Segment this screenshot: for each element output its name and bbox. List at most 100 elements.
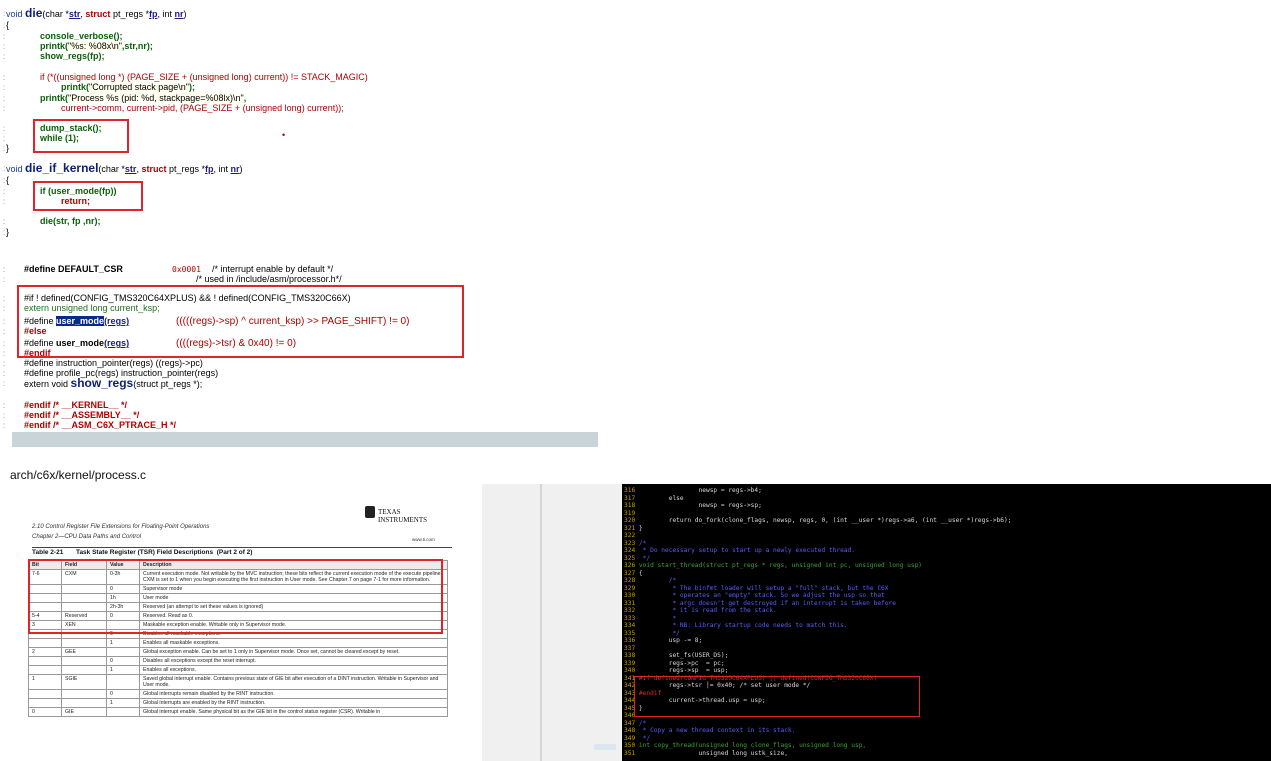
gutter-mark: : <box>3 421 6 430</box>
table-cell <box>106 674 140 690</box>
table-cell <box>28 665 62 675</box>
table-cell <box>61 689 107 699</box>
table-cell <box>106 647 140 657</box>
table-cell: GEE <box>61 647 107 657</box>
gutter-mark: : <box>3 9 6 18</box>
table-cell: Global interrupts remain disabled by the… <box>139 689 448 699</box>
line-text: unsigned long ustk_size, <box>638 749 788 757</box>
table-row: 1 Global interrupts are enabled by the RI… <box>28 698 448 708</box>
line-text: * Do necessary setup to start up a newly… <box>638 547 855 554</box>
gutter-mark: : <box>3 144 6 153</box>
section-heading: 2.10 Control Register File Extensions fo… <box>32 524 210 530</box>
gutter-mark: : <box>3 21 6 30</box>
code-line: #endif /* __ASM_C6X_PTRACE_H */ <box>24 420 177 430</box>
table-cell: 1 <box>28 674 62 690</box>
table-cell: Saved global interrupt enable. Contains … <box>139 674 448 690</box>
table-cell <box>106 707 140 717</box>
table-cell: 1 <box>106 698 140 708</box>
table-title: Table 2-21 Task State Register (TSR) Fie… <box>32 549 253 556</box>
highlight-box-cxm <box>28 559 443 634</box>
terminal-line: 351 unsigned long ustk_size, <box>624 749 788 759</box>
highlight-box-dump-stack <box>33 119 129 153</box>
code-line: die(str, fp ,nr); <box>40 216 101 226</box>
ti-logo-icon <box>365 506 375 518</box>
table-cell: SGIE <box>61 674 107 690</box>
table-cell: 1 <box>106 665 140 675</box>
code-line: show_regs(fp); <box>40 51 105 61</box>
gutter-mark: : <box>3 104 6 113</box>
table-cell: Global interrupt enable. Same physical b… <box>139 707 448 717</box>
file-path-caption: arch/c6x/kernel/process.c <box>10 468 147 482</box>
line-text: newsp = regs->sp; <box>638 502 762 509</box>
gutter-mark: : <box>3 228 6 237</box>
horizontal-scrollbar[interactable] <box>12 432 598 447</box>
table-cell: Enables all exceptions. <box>139 665 448 675</box>
highlight-box-user-mode-define <box>17 285 464 358</box>
table-cell: 2 <box>28 647 62 657</box>
gutter-mark: : <box>3 176 6 185</box>
code-comment: /* used in /include/asm/processor.h*/ <box>196 274 342 284</box>
table-cell: Enables all maskable exceptions. <box>139 638 448 648</box>
table-cell: Global exception enable. Can be set to 1… <box>139 647 448 657</box>
line-number: 351 <box>624 749 636 757</box>
table-cell <box>61 665 107 675</box>
table-cell: 0 <box>106 689 140 699</box>
table-cell <box>61 698 107 708</box>
table-row: 0 GIE Global interrupt enable. Same physic… <box>28 707 448 717</box>
scroll-thumb[interactable] <box>594 744 616 750</box>
terminal-line: 324 * Do necessary setup to start up a n… <box>624 546 855 556</box>
table-row: 0 Global interrupts remain disabled by th… <box>28 689 448 699</box>
table-row: 2 GEE Global exception enable. Can be set … <box>28 647 448 657</box>
highlight-box-if-user-mode <box>33 181 143 211</box>
terminal-editor: 316 newsp = regs->b4; 317 else 318 newsp =… <box>622 484 1271 761</box>
table-cell: GIE <box>61 707 107 717</box>
die-if-kernel-signature: void die_if_kernel(char *str, struct pt_… <box>6 161 243 175</box>
table-cell: 0 <box>28 707 62 717</box>
table-row: 1 Enables all maskable exceptions. <box>28 638 448 648</box>
code-line: extern void show_regs(struct pt_regs *); <box>24 376 203 390</box>
gutter-mark: : <box>3 197 6 206</box>
table-row: 1 SGIE Saved global interrupt enable. Cont… <box>28 674 448 690</box>
table-cell <box>28 638 62 648</box>
gutter-mark: : <box>3 217 6 226</box>
code-line: current->comm, current->pid, (PAGE_SIZE … <box>61 103 344 113</box>
gutter-mark: : <box>3 327 6 336</box>
table-cell: 0 <box>106 656 140 666</box>
line-text: void start_thread(struct pt_regs * regs,… <box>638 562 923 569</box>
table-row: 1 Enables all exceptions. <box>28 665 448 675</box>
line-text: return do_fork(clone_flags, newsp, regs,… <box>638 517 1012 524</box>
terminal-line: 318 newsp = regs->sp; <box>624 501 762 511</box>
table-cell: Disables all exceptions except the reset… <box>139 656 448 666</box>
doc-url: www.ti.com <box>412 537 435 542</box>
table-cell <box>61 656 107 666</box>
code-line: printk("Corrupted stack page\n"); <box>61 82 195 92</box>
viewer-gap <box>482 484 622 761</box>
table-cell <box>28 689 62 699</box>
gutter-mark: : <box>3 52 6 61</box>
line-text: } <box>638 524 643 532</box>
line-text: * Copy a new thread context in its stack… <box>638 727 796 734</box>
code-panel: void die(char *str, struct pt_regs *fp, … <box>0 0 600 447</box>
pdf-page: 2.10 Control Register File Extensions fo… <box>10 484 482 761</box>
table-row: 0 Disables all exceptions except the rese… <box>28 656 448 666</box>
die-signature: void die(char *str, struct pt_regs *fp, … <box>6 6 187 20</box>
table-cell <box>28 656 62 666</box>
line-text: usp -= 8; <box>638 637 703 644</box>
gutter-mark: : <box>3 164 6 173</box>
terminal-line: 326 void start_thread(struct pt_regs * r… <box>624 561 922 571</box>
header-rule <box>32 547 452 548</box>
brand-name: TEXAS INSTRUMENTS <box>378 508 428 524</box>
table-cell: 1 <box>106 638 140 648</box>
table-cell: Global interrupts are enabled by the RIN… <box>139 698 448 708</box>
gutter-mark: : <box>3 304 6 313</box>
gutter-mark: : <box>3 83 6 92</box>
table-cell <box>61 638 107 648</box>
gutter-mark: : <box>3 275 6 284</box>
highlight-box-tsr <box>634 676 920 717</box>
marker-dot: • <box>282 130 286 140</box>
code-line: #define DEFAULT_CSR <box>24 264 123 274</box>
gutter-mark: : <box>3 379 6 388</box>
table-cell <box>28 698 62 708</box>
divider <box>540 484 542 761</box>
terminal-line: 320 return do_fork(clone_flags, newsp, r… <box>624 516 1011 526</box>
